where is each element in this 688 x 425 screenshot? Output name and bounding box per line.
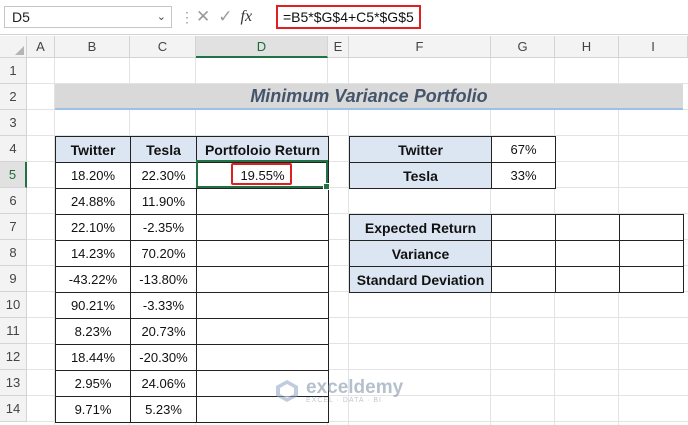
stat-value-h[interactable] xyxy=(555,240,620,267)
table-cell[interactable] xyxy=(196,240,329,267)
column-header-b[interactable]: B xyxy=(55,36,130,58)
stat-value-g[interactable] xyxy=(491,266,556,293)
watermark: exceldemy EXCEL · DATA · BI xyxy=(274,378,403,404)
table-cell[interactable]: 14.23% xyxy=(55,240,131,267)
drag-handle-icon[interactable]: ⋮ xyxy=(180,8,194,26)
weight-label[interactable]: Tesla xyxy=(349,162,492,189)
row-header-5[interactable]: 5 xyxy=(0,162,27,188)
weight-value[interactable]: 67% xyxy=(491,136,556,163)
row-header-14[interactable]: 14 xyxy=(0,396,27,422)
column-header-c[interactable]: C xyxy=(130,36,196,58)
table-cell[interactable]: 5.23% xyxy=(130,396,197,423)
table-cell[interactable]: 11.90% xyxy=(130,188,197,215)
select-all-button[interactable] xyxy=(0,36,27,58)
table-cell[interactable] xyxy=(196,188,329,215)
chevron-down-icon[interactable]: ⌄ xyxy=(157,7,166,27)
column-header-g[interactable]: G xyxy=(491,36,555,58)
column-header-h[interactable]: H xyxy=(555,36,619,58)
row-header-1[interactable]: 1 xyxy=(0,58,27,84)
row-header-12[interactable]: 12 xyxy=(0,344,27,370)
stat-value-h[interactable] xyxy=(555,266,620,293)
column-header-f[interactable]: F xyxy=(349,36,491,58)
stat-value-g[interactable] xyxy=(491,214,556,241)
row-header-7[interactable]: 7 xyxy=(0,214,27,240)
table-header-cell[interactable]: Portfoloio Return xyxy=(196,136,329,163)
row-header-9[interactable]: 9 xyxy=(0,266,27,292)
row-header-8[interactable]: 8 xyxy=(0,240,27,266)
confirm-icon[interactable]: ✓ xyxy=(218,7,232,27)
row-header-3[interactable]: 3 xyxy=(0,110,27,136)
watermark-tagline: EXCEL · DATA · BI xyxy=(306,396,382,404)
stat-value-i[interactable] xyxy=(619,240,684,267)
stat-value-g[interactable] xyxy=(491,240,556,267)
column-header-e[interactable]: E xyxy=(328,36,349,58)
row-header-11[interactable]: 11 xyxy=(0,318,27,344)
row-header-2[interactable]: 2 xyxy=(0,84,27,110)
stat-value-i[interactable] xyxy=(619,214,684,241)
table-cell[interactable]: 18.44% xyxy=(55,344,131,371)
table-cell[interactable]: -13.80% xyxy=(130,266,197,293)
table-cell[interactable]: 22.30% xyxy=(130,162,197,189)
column-header-i[interactable]: I xyxy=(619,36,688,58)
exceldemy-logo-icon xyxy=(276,380,298,402)
table-cell[interactable]: -43.22% xyxy=(55,266,131,293)
table-header-cell[interactable]: Tesla xyxy=(130,136,197,163)
row-header-10[interactable]: 10 xyxy=(0,292,27,318)
name-box[interactable]: D5 ⌄ xyxy=(4,6,172,28)
highlight-box xyxy=(231,163,292,185)
table-cell[interactable] xyxy=(196,266,329,293)
table-cell[interactable]: 2.95% xyxy=(55,370,131,397)
insert-function-icon[interactable]: fx xyxy=(241,8,253,26)
name-box-value: D5 xyxy=(12,9,30,25)
table-cell[interactable]: 70.20% xyxy=(130,240,197,267)
stat-value-h[interactable] xyxy=(555,214,620,241)
table-cell[interactable]: 24.88% xyxy=(55,188,131,215)
formula-bar: D5 ⌄ ⋮ ✕ ✓ fx =B5*$G$4+C5*$G$5 xyxy=(0,0,688,35)
stat-label[interactable]: Standard Deviation xyxy=(349,266,492,293)
row-header-13[interactable]: 13 xyxy=(0,370,27,396)
table-cell[interactable]: 9.71% xyxy=(55,396,131,423)
watermark-brand: exceldemy xyxy=(306,376,404,398)
table-cell[interactable] xyxy=(196,318,329,345)
table-cell[interactable]: 24.06% xyxy=(130,370,197,397)
table-cell[interactable] xyxy=(196,214,329,241)
column-header-d[interactable]: D xyxy=(196,36,328,58)
table-cell[interactable]: 90.21% xyxy=(55,292,131,319)
stat-value-i[interactable] xyxy=(619,266,684,293)
row-header-4[interactable]: 4 xyxy=(0,136,27,162)
sheet-title: Minimum Variance Portfolio xyxy=(55,84,683,110)
table-cell[interactable]: 20.73% xyxy=(130,318,197,345)
weight-value[interactable]: 33% xyxy=(491,162,556,189)
column-header-a[interactable]: A xyxy=(27,36,55,58)
formula-input[interactable]: =B5*$G$4+C5*$G$5 xyxy=(276,5,421,29)
table-cell[interactable]: -2.35% xyxy=(130,214,197,241)
table-cell[interactable]: 8.23% xyxy=(55,318,131,345)
weight-label[interactable]: Twitter xyxy=(349,136,492,163)
table-cell[interactable] xyxy=(196,292,329,319)
table-cell[interactable]: -3.33% xyxy=(130,292,197,319)
table-header-cell[interactable]: Twitter xyxy=(55,136,131,163)
cancel-icon[interactable]: ✕ xyxy=(196,7,210,27)
table-cell[interactable]: -20.30% xyxy=(130,344,197,371)
formula-controls: ✕ ✓ fx xyxy=(196,5,252,29)
table-cell[interactable]: 18.20% xyxy=(55,162,131,189)
table-cell[interactable] xyxy=(196,344,329,371)
stat-label[interactable]: Variance xyxy=(349,240,492,267)
table-cell[interactable]: 22.10% xyxy=(55,214,131,241)
row-header-6[interactable]: 6 xyxy=(0,188,27,214)
stat-label[interactable]: Expected Return xyxy=(349,214,492,241)
